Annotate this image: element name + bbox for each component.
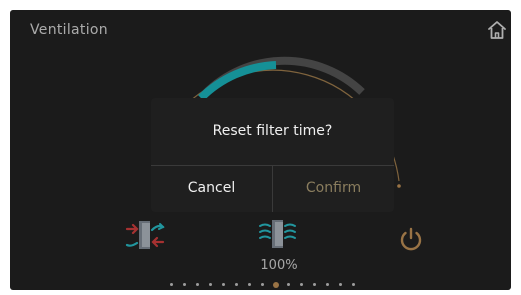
cancel-button[interactable]: Cancel — [151, 166, 272, 212]
ventilation-screen: Ventilation 100% Reset filter time? Canc… — [10, 10, 511, 290]
dialog-message: Reset filter time? — [212, 123, 333, 139]
confirm-button[interactable]: Confirm — [273, 166, 394, 212]
reset-filter-dialog: Reset filter time? Cancel Confirm — [151, 98, 394, 212]
